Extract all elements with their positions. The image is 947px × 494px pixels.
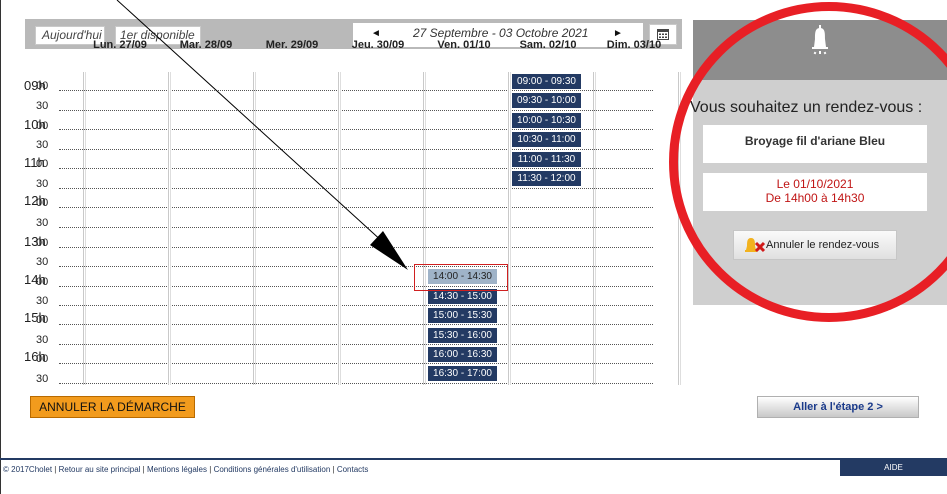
help-button[interactable]: AIDE [840,460,947,476]
copyright: © 2017Cholet [3,465,53,474]
footer-link-contacts[interactable]: Contacts [337,465,369,474]
footer-divider [0,458,947,460]
footer-link-terms[interactable]: Conditions générales d'utilisation [214,465,331,474]
footer: © 2017Cholet | Retour au site principal … [3,465,369,474]
footer-link-main-site[interactable]: Retour au site principal [59,465,141,474]
footer-link-legal[interactable]: Mentions légales [147,465,207,474]
annotation-arrow [116,0,408,270]
